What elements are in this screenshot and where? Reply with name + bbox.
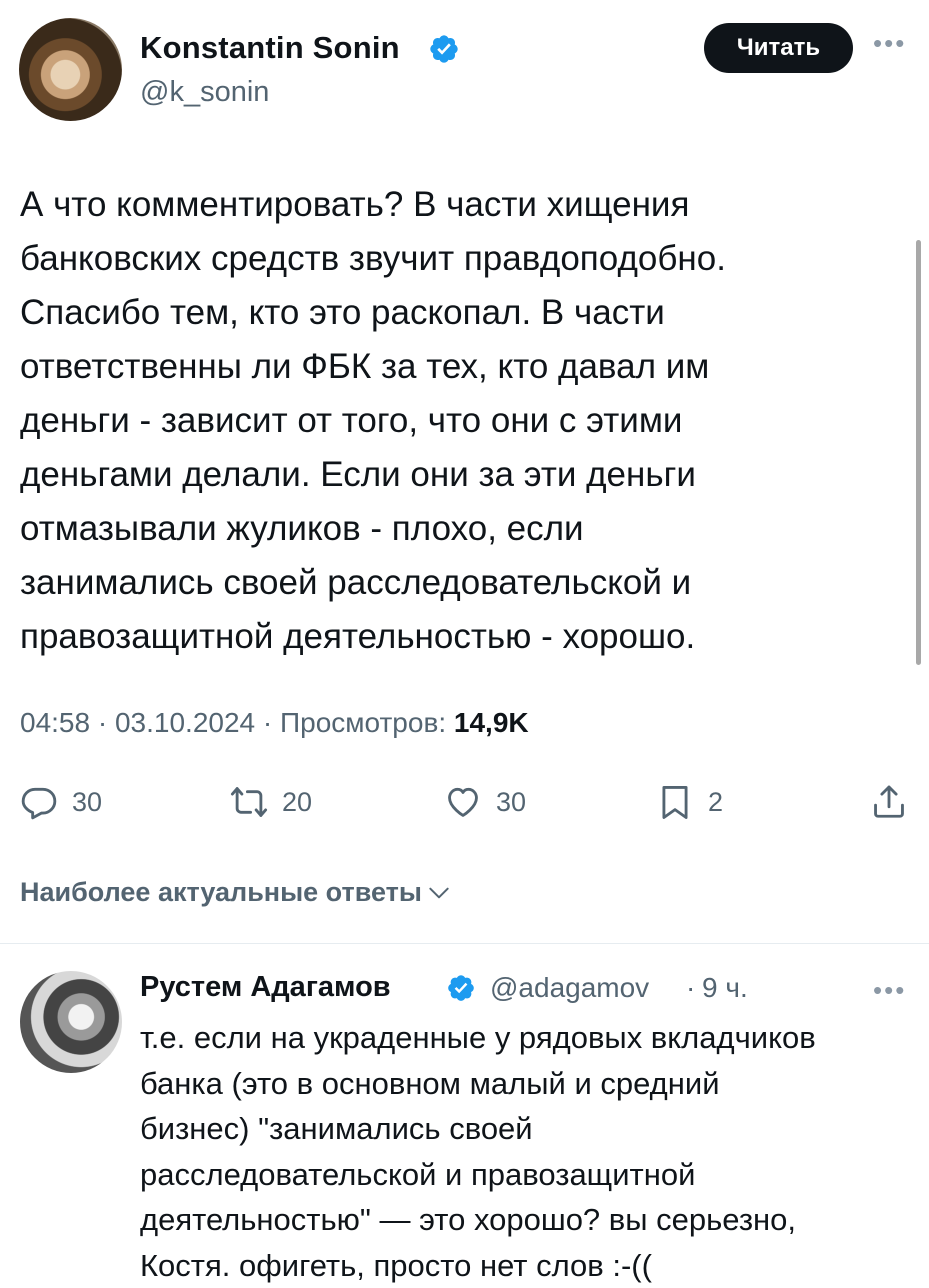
retweet-icon <box>230 787 268 817</box>
separator: · <box>262 707 273 738</box>
like-button[interactable]: 30 <box>444 782 526 822</box>
tweet-date[interactable]: 03.10.2024 <box>115 707 255 738</box>
tweet-time[interactable]: 04:58 <box>20 707 90 738</box>
bookmark-icon <box>662 786 688 819</box>
verified-badge-icon <box>430 35 458 63</box>
bookmark-button[interactable]: 2 <box>656 782 723 822</box>
reply-author-avatar[interactable] <box>20 971 122 1073</box>
share-icon <box>874 785 904 818</box>
divider <box>0 943 929 944</box>
follow-button[interactable]: Читать <box>704 23 853 73</box>
author-name[interactable]: Konstantin Sonin <box>140 30 400 66</box>
author-avatar[interactable] <box>19 18 122 121</box>
bookmark-count: 2 <box>708 786 724 817</box>
retweet-count: 20 <box>282 786 313 817</box>
reply-author-name[interactable]: Рустем Адагамов <box>140 971 391 1004</box>
like-count: 30 <box>496 786 527 817</box>
heart-icon <box>448 787 478 817</box>
tweet-meta: 04:58 · 03.10.2024 · Просмотров: 14,9K <box>20 707 529 739</box>
more-horizontal-icon[interactable]: ••• <box>873 28 906 59</box>
reply-time[interactable]: 9 ч. <box>702 972 748 1004</box>
views-label: Просмотров: <box>280 707 447 738</box>
reply-button[interactable]: 30 <box>20 782 102 822</box>
scrollbar[interactable] <box>916 240 921 665</box>
verified-badge-icon <box>448 975 474 1001</box>
separator: · <box>686 972 696 1003</box>
replies-sort-label: Наиболее актуальные ответы <box>20 877 422 907</box>
reply-icon <box>21 787 57 820</box>
reply-author-handle[interactable]: @adagamov <box>490 972 649 1004</box>
retweet-button[interactable]: 20 <box>230 782 312 822</box>
reply-text: т.е. если на украденные у рядовых вкладч… <box>140 1020 816 1283</box>
tweet-text: А что комментировать? В части хищения ба… <box>20 185 726 656</box>
chevron-down-icon <box>429 887 449 898</box>
more-horizontal-icon[interactable]: ••• <box>873 975 906 1006</box>
replies-sort-dropdown[interactable]: Наиболее актуальные ответы <box>20 877 452 908</box>
separator: · <box>97 707 108 738</box>
reply-count: 30 <box>72 786 103 817</box>
author-handle[interactable]: @k_sonin <box>140 76 269 109</box>
share-button[interactable] <box>870 782 908 822</box>
views-count: 14,9K <box>453 707 529 738</box>
